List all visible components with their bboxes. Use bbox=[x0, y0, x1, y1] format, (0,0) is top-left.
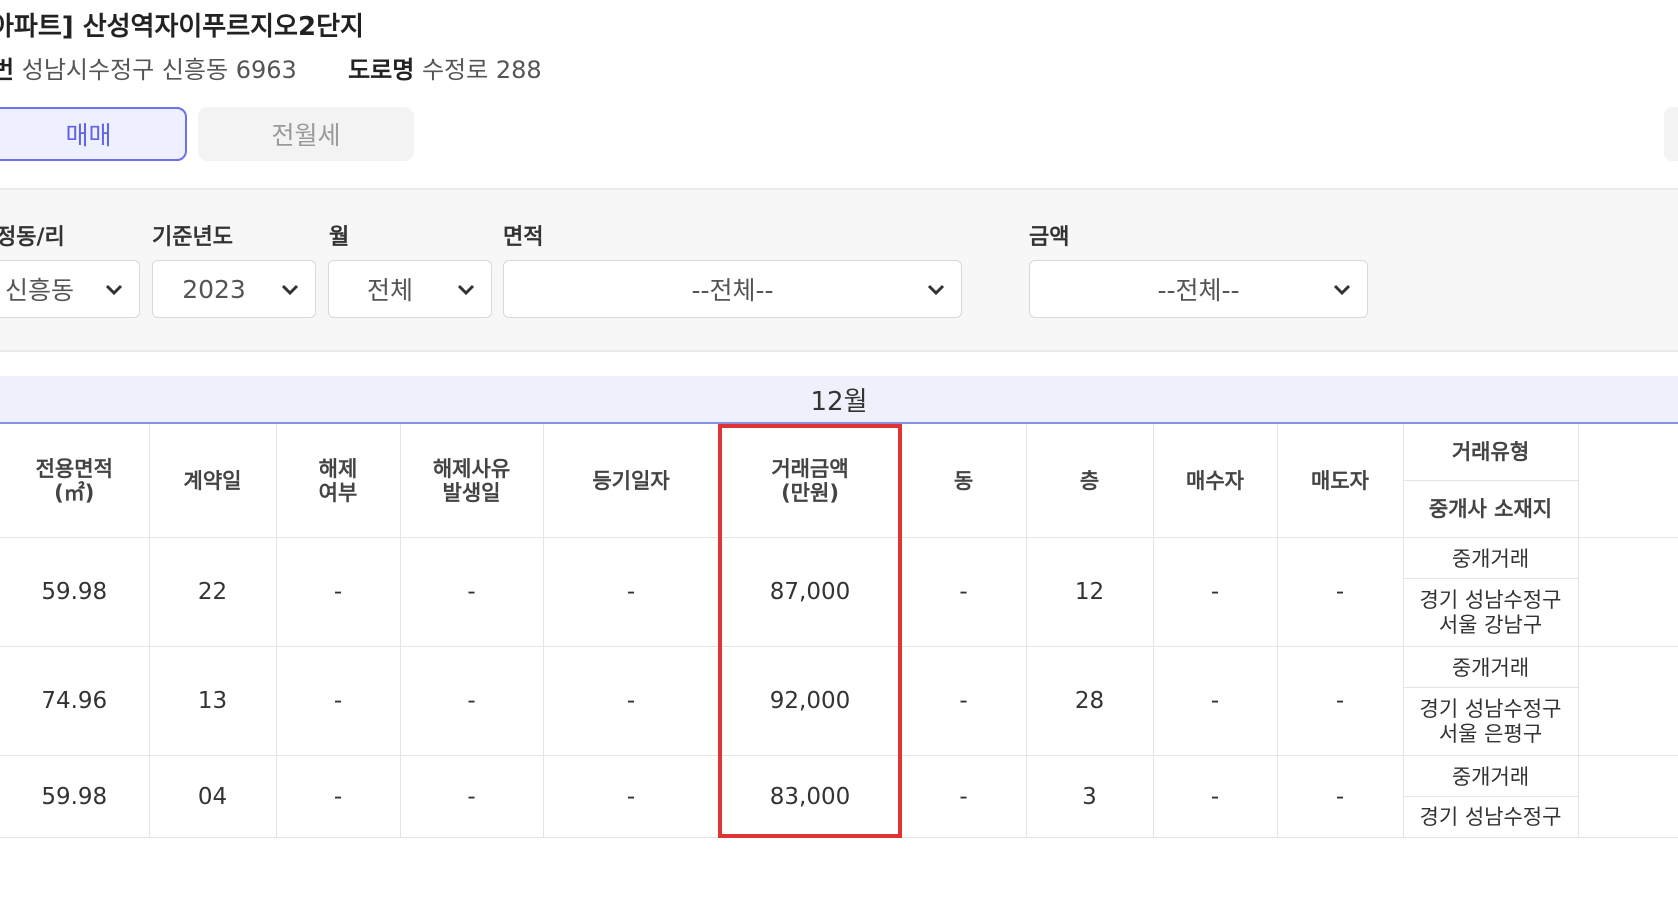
cell-trade-type: 중개거래 bbox=[1403, 646, 1579, 688]
col-cancel-date: 해제사유 발생일 bbox=[400, 424, 544, 538]
cell-reg-date: - bbox=[543, 755, 720, 838]
cell-contract-day: 13 bbox=[149, 646, 277, 756]
cell-building: - bbox=[901, 755, 1027, 838]
col-cancel: 해제 여부 bbox=[276, 424, 401, 538]
col-seller: 매도자 bbox=[1277, 424, 1404, 538]
cell-cancel-date: - bbox=[400, 755, 544, 838]
month-header: 12월 bbox=[0, 376, 1678, 424]
chevron-down-icon bbox=[1333, 284, 1351, 296]
col-contract-day: 계약일 bbox=[149, 424, 277, 538]
jibun-label: 번 bbox=[0, 56, 15, 84]
cell-area: 74.96 bbox=[0, 646, 150, 756]
cell-cancel: - bbox=[276, 755, 401, 838]
cell-floor: 3 bbox=[1026, 755, 1154, 838]
cell-price: 83,000 bbox=[719, 755, 902, 838]
cell-seller: - bbox=[1277, 537, 1404, 647]
year-label: 기준년도 bbox=[152, 225, 233, 250]
tab-edge-button[interactable] bbox=[1664, 107, 1678, 161]
cell-reg-date: - bbox=[543, 646, 720, 756]
chevron-down-icon bbox=[105, 284, 123, 296]
cell-trade-type: 중개거래 bbox=[1403, 755, 1579, 797]
cell-price: 92,000 bbox=[719, 646, 902, 756]
table-row: 74.96 13 - - - 92,000 - 28 - - 중개거래 bbox=[0, 646, 1678, 756]
cell-contract-day: 22 bbox=[149, 537, 277, 647]
table-row: 59.98 22 - - - 87,000 - 12 - - 중개거래 bbox=[0, 537, 1678, 647]
road-value: 수정로 288 bbox=[421, 56, 542, 84]
col-trade-type: 거래유형 bbox=[1403, 424, 1579, 481]
cell-area: 59.98 bbox=[0, 537, 150, 647]
cell-area: 59.98 bbox=[0, 755, 150, 838]
cell-agent-loc: 경기 성남수정구 bbox=[1403, 796, 1579, 838]
col-floor: 층 bbox=[1026, 424, 1154, 538]
area-select-value: --전체-- bbox=[691, 276, 774, 305]
cell-building: - bbox=[901, 537, 1027, 647]
cell-floor: 28 bbox=[1026, 646, 1154, 756]
cell-cancel-date: - bbox=[400, 646, 544, 756]
cell-agent-loc: 경기 성남수정구 서울 은평구 bbox=[1403, 687, 1579, 756]
cell-price: 87,000 bbox=[719, 537, 902, 647]
cell-buyer: - bbox=[1153, 537, 1278, 647]
col-blank bbox=[1578, 424, 1678, 538]
col-building: 동 bbox=[901, 424, 1027, 538]
year-select[interactable]: 2023 bbox=[152, 260, 316, 318]
cell-blank bbox=[1578, 537, 1678, 647]
transaction-table: 12월 전용면적 (㎡) 계약일 해제 여부 해제사유 발생일 등기일자 거래금… bbox=[0, 376, 1678, 838]
filter-panel: 정동/리 기준년도 월 면적 금액 신흥동 2023 전체 --전체-- --전… bbox=[0, 188, 1678, 352]
road-label: 도로명 bbox=[348, 56, 415, 84]
chevron-down-icon bbox=[457, 284, 475, 296]
cell-blank bbox=[1578, 646, 1678, 756]
col-price: 거래금액 (만원) bbox=[719, 424, 902, 538]
cell-cancel: - bbox=[276, 646, 401, 756]
col-reg-date: 등기일자 bbox=[543, 424, 720, 538]
month-select[interactable]: 전체 bbox=[328, 260, 492, 318]
tab-rent[interactable]: 전월세 bbox=[198, 107, 414, 161]
year-select-value: 2023 bbox=[182, 274, 246, 304]
dong-select[interactable]: 신흥동 bbox=[0, 260, 140, 318]
cell-contract-day: 04 bbox=[149, 755, 277, 838]
month-select-value: 전체 bbox=[366, 276, 413, 305]
jibun-value: 성남시수정구 신흥동 6963 bbox=[21, 56, 297, 84]
address-line: 번 성남시수정구 신흥동 6963 도로명 수정로 288 bbox=[0, 50, 542, 85]
col-buyer: 매수자 bbox=[1153, 424, 1278, 538]
cell-buyer: - bbox=[1153, 646, 1278, 756]
area-label: 면적 bbox=[503, 225, 544, 250]
month-label: 월 bbox=[329, 225, 350, 250]
cell-building: - bbox=[901, 646, 1027, 756]
cell-blank bbox=[1578, 755, 1678, 838]
cell-seller: - bbox=[1277, 755, 1404, 838]
cell-cancel-date: - bbox=[400, 537, 544, 647]
price-select[interactable]: --전체-- bbox=[1029, 260, 1368, 318]
col-agent-loc: 중개사 소재지 bbox=[1403, 480, 1579, 538]
cell-buyer: - bbox=[1153, 755, 1278, 838]
price-select-value: --전체-- bbox=[1157, 276, 1240, 305]
col-area: 전용면적 (㎡) bbox=[0, 424, 150, 538]
cell-trade-type: 중개거래 bbox=[1403, 537, 1579, 579]
dong-label: 정동/리 bbox=[0, 225, 65, 250]
cell-reg-date: - bbox=[543, 537, 720, 647]
area-select[interactable]: --전체-- bbox=[503, 260, 962, 318]
chevron-down-icon bbox=[281, 284, 299, 296]
cell-cancel: - bbox=[276, 537, 401, 647]
cell-seller: - bbox=[1277, 646, 1404, 756]
tab-sale[interactable]: 매매 bbox=[0, 107, 187, 161]
page-title: 아파트] 산성역자이푸르지오2단지 bbox=[0, 12, 364, 42]
cell-floor: 12 bbox=[1026, 537, 1154, 647]
dong-select-value: 신흥동 bbox=[5, 276, 75, 305]
chevron-down-icon bbox=[927, 284, 945, 296]
price-label: 금액 bbox=[1029, 225, 1070, 250]
cell-agent-loc: 경기 성남수정구 서울 강남구 bbox=[1403, 578, 1579, 647]
table-row: 59.98 04 - - - 83,000 - 3 - - 중개거래 bbox=[0, 755, 1678, 838]
